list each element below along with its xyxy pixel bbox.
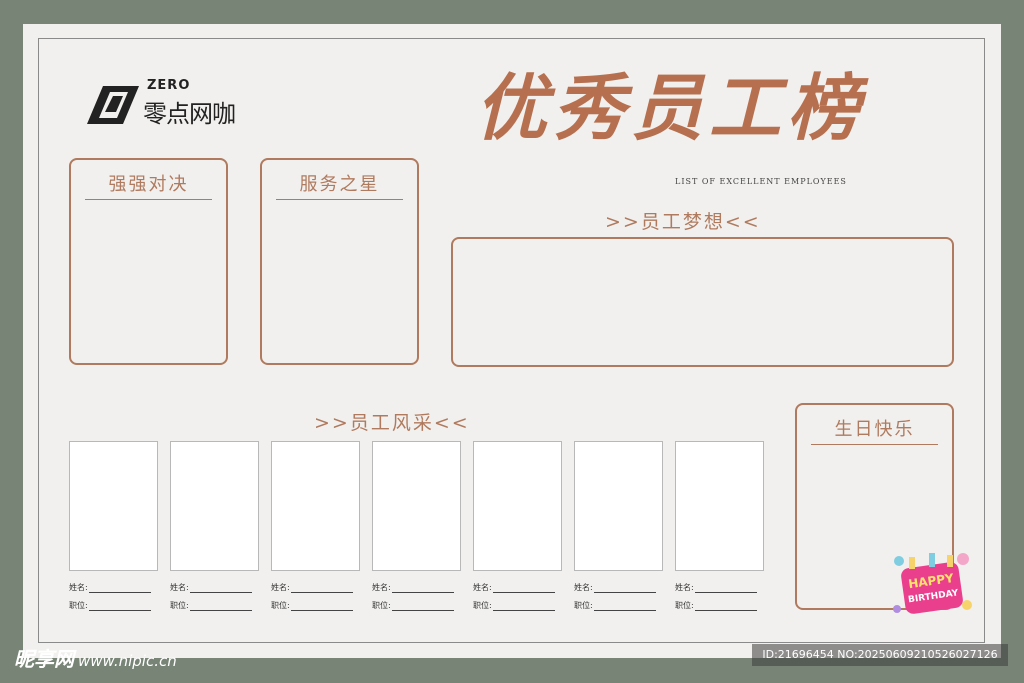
photo-slot xyxy=(574,441,663,571)
dream-panel xyxy=(451,237,954,367)
watermark-brand: 昵享网 xyxy=(14,647,74,671)
employee-card: 姓名: 职位: xyxy=(574,441,664,611)
position-field: 职位: xyxy=(574,600,656,611)
photo-slot xyxy=(473,441,562,571)
panel-title: 生日快乐 xyxy=(834,419,915,440)
cake-icon: HAPPY BIRTHDAY xyxy=(893,553,972,614)
position-field: 职位: xyxy=(473,600,555,611)
bulletin-board: ZERO 零点网咖 优秀员工榜 LIST OF EXCELLENT EMPLOY… xyxy=(23,24,1001,658)
page-subtitle: LIST OF EXCELLENT EMPLOYEES xyxy=(675,177,847,186)
panel-divider xyxy=(811,444,938,445)
position-field: 职位: xyxy=(372,600,454,611)
name-field: 姓名: xyxy=(675,582,757,593)
photo-slot xyxy=(271,441,360,571)
site-watermark: 昵享网 www.nipic.cn xyxy=(14,643,177,672)
photo-slot xyxy=(675,441,764,571)
photo-slot xyxy=(372,441,461,571)
panel-title: 强强对决 xyxy=(108,174,189,195)
position-field: 职位: xyxy=(170,600,252,611)
dream-heading: >>员工梦想<< xyxy=(605,211,761,233)
panel-divider xyxy=(276,199,403,200)
zero-logo-icon xyxy=(87,86,139,124)
position-field: 职位: xyxy=(69,600,151,611)
employee-card: 姓名: 职位: xyxy=(170,441,260,611)
employee-card: 姓名: 职位: xyxy=(675,441,765,611)
employee-card: 姓名: 职位: xyxy=(271,441,361,611)
employee-card: 姓名: 职位: xyxy=(473,441,563,611)
service-star-panel: 服务之星 xyxy=(260,158,419,365)
page-title: 优秀员工榜 xyxy=(475,65,866,150)
photo-slot xyxy=(170,441,259,571)
employee-card: 姓名: 职位: xyxy=(372,441,462,611)
name-field: 姓名: xyxy=(271,582,353,593)
brand-name-cn: 零点网咖 xyxy=(143,100,236,128)
image-id-bar: ID:21696454 NO:20250609210526027126 xyxy=(752,644,1008,666)
gallery-heading: >>员工风采<< xyxy=(314,412,470,434)
name-field: 姓名: xyxy=(69,582,151,593)
panel-divider xyxy=(85,199,212,200)
name-field: 姓名: xyxy=(372,582,454,593)
name-field: 姓名: xyxy=(170,582,252,593)
panel-title: 服务之星 xyxy=(299,174,380,195)
employee-card: 姓名: 职位: xyxy=(69,441,159,611)
position-field: 职位: xyxy=(271,600,353,611)
position-field: 职位: xyxy=(675,600,757,611)
watermark-url: www.nipic.cn xyxy=(78,652,177,670)
showdown-panel: 强强对决 xyxy=(69,158,228,365)
name-field: 姓名: xyxy=(574,582,656,593)
brand-name-en: ZERO xyxy=(147,78,191,93)
name-field: 姓名: xyxy=(473,582,555,593)
photo-slot xyxy=(69,441,158,571)
